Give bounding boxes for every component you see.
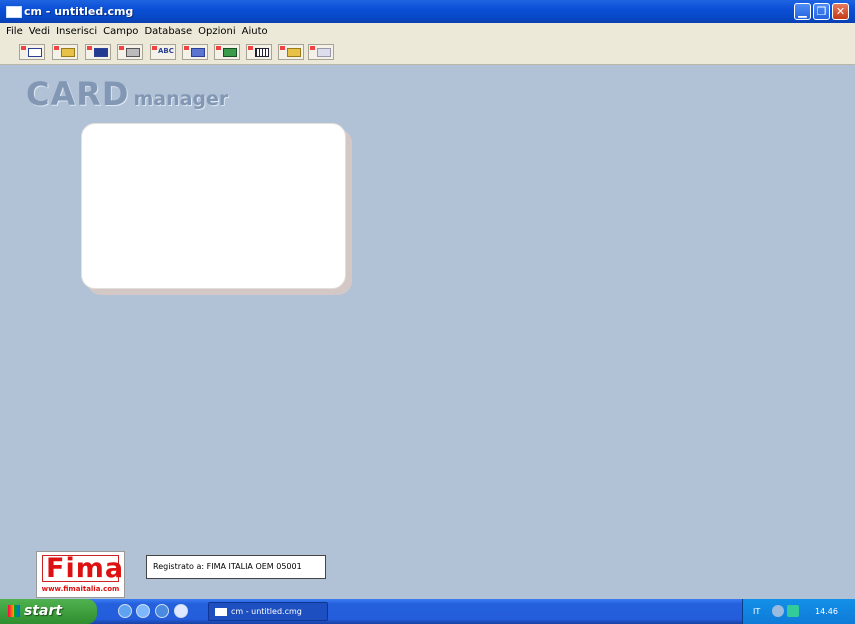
fima-name: Fima (46, 553, 125, 584)
text-field-icon: ABC (158, 47, 174, 55)
menu-campo[interactable]: Campo (100, 23, 141, 40)
workspace: CARD manager Fima www.fimaitalia.com Regi… (0, 65, 855, 599)
language-indicator[interactable]: IT (753, 599, 760, 624)
add-barcode-button[interactable] (246, 44, 272, 60)
card-manager-logo: CARD manager (26, 75, 228, 113)
logo-main: CARD (26, 75, 130, 113)
close-button[interactable]: ✕ (832, 3, 849, 20)
menu-file[interactable]: File (0, 23, 26, 40)
menu-vedi[interactable]: Vedi (26, 23, 53, 40)
fima-logo: Fima www.fimaitalia.com (36, 551, 125, 598)
taskbar-item-label: cm - untitled.cmg (231, 607, 302, 616)
maximize-button[interactable]: ❐ (813, 3, 830, 20)
title-bar[interactable]: cm - untitled.cmg ▁ ❐ ✕ (0, 0, 855, 23)
start-label: start (24, 603, 63, 619)
clock: 14.46 (815, 607, 838, 616)
add-image-button[interactable] (214, 44, 240, 60)
tray-arrow-icon[interactable] (772, 605, 784, 617)
windows-flag-icon (8, 605, 20, 617)
add-text-field-button[interactable]: ABC (150, 44, 176, 60)
menu-bar: File Vedi Inserisci Campo Database Opzioni Aiu… (0, 23, 855, 40)
ie-icon[interactable] (118, 604, 132, 618)
open-database-button[interactable] (278, 44, 304, 60)
taskbar: start cm - untitled.cmg IT 14.46 (0, 599, 855, 624)
menu-aiuto[interactable]: Aiuto (239, 23, 271, 40)
fima-url: www.fimaitalia.com (41, 585, 120, 593)
toolbar: ABC (0, 40, 855, 65)
minimize-button[interactable]: ▁ (794, 3, 811, 20)
system-tray: IT 14.46 (742, 599, 855, 624)
add-rectangle-button[interactable] (182, 44, 208, 60)
new-card-button[interactable] (19, 44, 45, 60)
window-title: cm - untitled.cmg (24, 5, 134, 18)
database-view-button[interactable] (308, 44, 334, 60)
app-quicklaunch-icon[interactable] (174, 604, 188, 618)
media-icon[interactable] (136, 604, 150, 618)
print-button[interactable] (117, 44, 143, 60)
window-icon (215, 608, 227, 616)
start-button[interactable]: start (0, 599, 97, 624)
registration-label: Registrato a: FIMA ITALIA OEM 05001 (146, 555, 326, 579)
logo-sub: manager (133, 88, 229, 110)
app-icon[interactable] (6, 6, 22, 18)
menu-inserisci[interactable]: Inserisci (53, 23, 100, 40)
save-button[interactable] (85, 44, 111, 60)
fima-mark: Fima (42, 553, 123, 584)
network-icon[interactable] (787, 605, 799, 617)
open-button[interactable] (52, 44, 78, 60)
card-canvas[interactable] (81, 123, 346, 289)
outlook-icon[interactable] (155, 604, 169, 618)
menu-opzioni[interactable]: Opzioni (195, 23, 238, 40)
menu-database[interactable]: Database (141, 23, 195, 40)
taskbar-item-cm[interactable]: cm - untitled.cmg (208, 602, 328, 621)
